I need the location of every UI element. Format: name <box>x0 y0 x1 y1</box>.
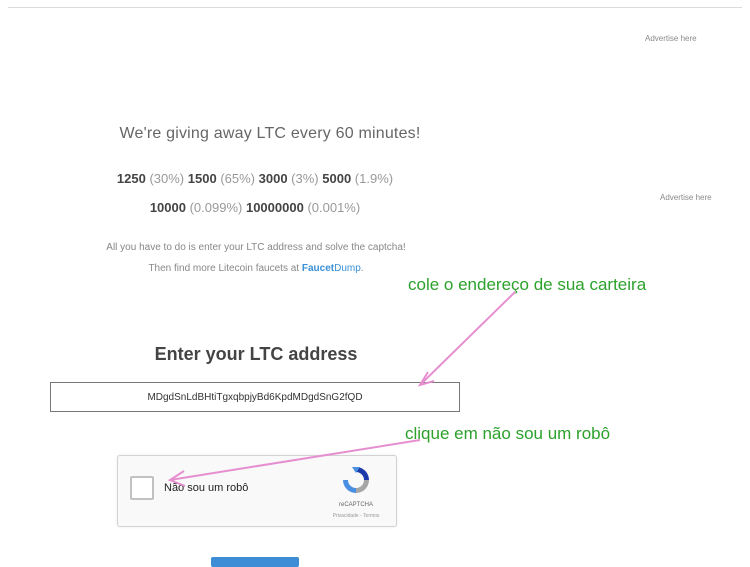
prize-amount: 3000 <box>258 171 288 186</box>
annotation-paste-wallet: cole o endereço de sua carteira <box>408 275 647 294</box>
faucetdump-link-bold: Faucet <box>301 263 335 274</box>
faucet-list-text: Then find more Litecoin faucets at Fauce… <box>0 263 512 274</box>
prize-chance: (65%) <box>220 171 255 186</box>
instructions-text: All you have to do is enter your LTC add… <box>106 242 406 253</box>
recaptcha-privacy-terms[interactable]: Privacidade - Termos <box>321 513 391 519</box>
faucet-list-suffix: . <box>360 263 364 274</box>
page-headline: We're giving away LTC every 60 minutes! <box>119 125 421 142</box>
faucetdump-link[interactable]: FaucetDump <box>302 263 361 274</box>
prize-chance: (3%) <box>291 171 319 186</box>
prize-odds-line-1: 1250 (30%) 1500 (65%) 3000 (3%) 5000 (1.… <box>0 171 510 186</box>
faucetdump-link-plain: Dump <box>334 263 361 274</box>
prize-chance: (0.099%) <box>189 200 243 215</box>
faucet-page: Advertise here Advertise here We're givi… <box>0 0 750 567</box>
prize-chance: (0.001%) <box>307 200 361 215</box>
ltc-address-input[interactable] <box>50 382 460 412</box>
recaptcha-checkbox-label: Não sou um robô <box>164 482 249 494</box>
annotation-click-not-robot: clique em não sou um robô <box>405 424 611 443</box>
recaptcha-widget: Não sou um robô reCAPTCHA Privacidade - … <box>117 455 397 527</box>
prize-amount: 5000 <box>322 171 352 186</box>
prize-amount: 1250 <box>116 171 146 186</box>
top-divider <box>8 7 742 8</box>
faucet-list-prefix: Then find more Litecoin faucets at <box>148 263 302 274</box>
prize-chance: (30%) <box>149 171 185 186</box>
advertise-slot-side[interactable]: Advertise here <box>660 193 712 202</box>
arrow-to-address-input <box>419 291 516 386</box>
advertise-slot-top[interactable]: Advertise here <box>645 34 697 43</box>
prize-odds-line-2: 10000 (0.099%) 10000000 (0.001%) <box>0 200 510 215</box>
address-form-title: Enter your LTC address <box>154 344 358 364</box>
recaptcha-logo-icon <box>343 467 369 493</box>
prize-amount: 10000000 <box>245 200 304 215</box>
submit-button[interactable] <box>211 557 299 567</box>
prize-chance: (1.9%) <box>354 171 394 186</box>
prize-amount: 10000 <box>149 200 186 215</box>
recaptcha-brand: reCAPTCHA <box>338 502 373 508</box>
prize-amount: 1500 <box>187 171 217 186</box>
recaptcha-checkbox[interactable] <box>130 476 154 500</box>
